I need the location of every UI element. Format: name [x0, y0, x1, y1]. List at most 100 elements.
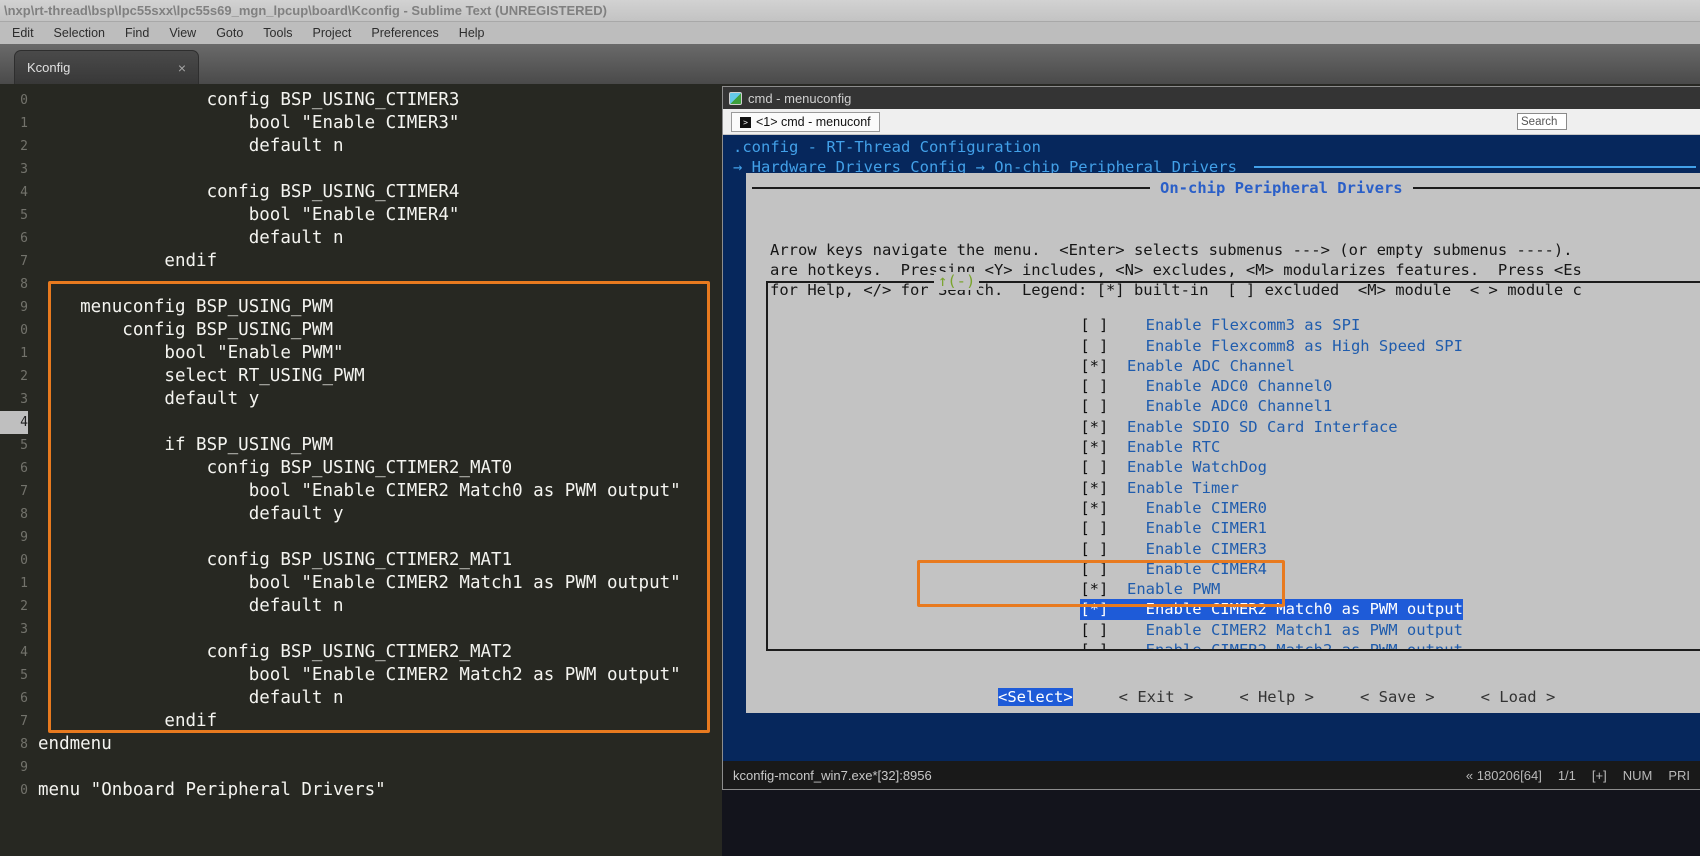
- menu-item[interactable]: Tools: [253, 22, 302, 44]
- line-number: 0: [0, 779, 28, 802]
- code-text: config BSP_USING_CTIMER4: [38, 181, 459, 204]
- line-number: 9: [0, 756, 28, 779]
- checkbox[interactable]: [ ]: [1080, 397, 1108, 415]
- line-number: 0: [0, 319, 28, 342]
- code-text: endmenu: [38, 733, 112, 756]
- annotation-box-console: [917, 560, 1285, 607]
- menu-item[interactable]: Find: [115, 22, 159, 44]
- line-number: 1: [0, 112, 28, 135]
- option-label: Enable ADC0 Channel1: [1146, 397, 1333, 415]
- help-line: Arrow keys navigate the menu. <Enter> se…: [770, 240, 1700, 260]
- checkbox[interactable]: [ ]: [1080, 641, 1108, 649]
- code-line: 6 default n: [0, 227, 722, 250]
- dialog-buttons: <Select> < Exit > < Help > < Save > < Load >: [998, 688, 1555, 706]
- menuconfig-dialog: On-chip Peripheral Drivers Arrow keys na…: [746, 173, 1700, 713]
- checkbox[interactable]: [*]: [1080, 438, 1108, 456]
- conemu-window: cmd - menuconfig > <1> cmd - menuconf .c…: [722, 86, 1700, 790]
- dialog-button[interactable]: < Load >: [1481, 688, 1556, 706]
- menu-item[interactable]: Project: [302, 22, 361, 44]
- dialog-button[interactable]: < Help >: [1239, 688, 1314, 706]
- checkbox[interactable]: [*]: [1080, 499, 1108, 517]
- line-number: 5: [0, 434, 28, 457]
- line-number: 8: [0, 273, 28, 296]
- option-label: Enable CIMER2 Match2 as PWM output: [1146, 641, 1463, 649]
- help-line: are hotkeys. Pressing <Y> includes, <N> …: [770, 260, 1700, 280]
- line-number: 8: [0, 733, 28, 756]
- code-line: 0 menu "Onboard Peripheral Drivers": [0, 779, 722, 802]
- menu-item[interactable]: Preferences: [361, 22, 448, 44]
- line-number: 4: [0, 641, 28, 664]
- line-number: 2: [0, 365, 28, 388]
- menu-item[interactable]: Selection: [44, 22, 115, 44]
- checkbox[interactable]: [*]: [1080, 479, 1108, 497]
- conemu-title: cmd - menuconfig: [748, 91, 851, 106]
- option-label: Enable CIMER3: [1146, 540, 1267, 558]
- code-line: 5 bool "Enable CIMER4": [0, 204, 722, 227]
- sublime-menubar: EditSelectionFindViewGotoToolsProjectPre…: [0, 22, 1700, 44]
- console[interactable]: .config - RT-Thread Configuration → Hard…: [723, 135, 1700, 763]
- status-segment: NUM: [1623, 768, 1653, 783]
- conemu-statusbar: kconfig-mconf_win7.exe*[32]:8956 « 18020…: [723, 761, 1700, 789]
- menu-item[interactable]: Goto: [206, 22, 253, 44]
- breadcrumb-rule: [1254, 166, 1696, 168]
- line-number: 3: [0, 618, 28, 641]
- checkbox[interactable]: [*]: [1080, 418, 1108, 436]
- line-number: 7: [0, 710, 28, 733]
- checkbox[interactable]: [ ]: [1080, 519, 1108, 537]
- code-line: 8 endmenu: [0, 733, 722, 756]
- option-label: Enable RTC: [1127, 438, 1220, 456]
- line-number: 9: [0, 526, 28, 549]
- status-segment: [+]: [1592, 768, 1607, 783]
- code-line: 9: [0, 756, 722, 779]
- code-line: 3: [0, 158, 722, 181]
- status-right: « 180206[64]1/1[+]NUMPRI: [1466, 768, 1690, 783]
- line-number: 1: [0, 572, 28, 595]
- frame-line: [752, 187, 1150, 189]
- option-row[interactable]: [ ] Enable Flexcomm3 as SPI: [931, 295, 1700, 315]
- code-text: endif: [38, 250, 217, 273]
- line-number: 2: [0, 595, 28, 618]
- tab-label: Kconfig: [27, 60, 178, 75]
- checkbox[interactable]: [*]: [1080, 357, 1108, 375]
- checkbox[interactable]: [ ]: [1080, 377, 1108, 395]
- checkbox[interactable]: [ ]: [1080, 458, 1108, 476]
- line-number: 6: [0, 227, 28, 250]
- dialog-button[interactable]: < Save >: [1360, 688, 1435, 706]
- dialog-button[interactable]: < Exit >: [1119, 688, 1194, 706]
- line-number: 7: [0, 250, 28, 273]
- option-label: Enable Flexcomm8 as High Speed SPI: [1146, 337, 1463, 355]
- checkbox[interactable]: [ ]: [1080, 316, 1108, 334]
- line-number: 0: [0, 549, 28, 572]
- status-segment: 1/1: [1558, 768, 1576, 783]
- status-process: kconfig-mconf_win7.exe*[32]:8956: [733, 768, 1456, 783]
- line-number: 8: [0, 503, 28, 526]
- code-text: default n: [38, 227, 344, 250]
- menu-item[interactable]: View: [159, 22, 206, 44]
- checkbox[interactable]: [ ]: [1080, 621, 1108, 639]
- line-number: 5: [0, 664, 28, 687]
- conemu-titlebar: cmd - menuconfig: [723, 87, 1700, 109]
- line-number: 3: [0, 158, 28, 181]
- code-editor[interactable]: 0 config BSP_USING_CTIMER3 1 bool "Enabl…: [0, 84, 722, 856]
- search-input[interactable]: [1517, 113, 1567, 130]
- dialog-button[interactable]: <Select>: [998, 688, 1073, 706]
- line-number: 2: [0, 135, 28, 158]
- tab-close-icon[interactable]: ×: [178, 60, 186, 76]
- code-text: bool "Enable CIMER4": [38, 204, 459, 227]
- window-title: \nxp\rt-thread\bsp\lpc55sxx\lpc55s69_mgn…: [4, 3, 607, 18]
- code-line: 1 bool "Enable CIMER3": [0, 112, 722, 135]
- checkbox[interactable]: [ ]: [1080, 337, 1108, 355]
- frame-line: [1413, 187, 1700, 189]
- sublime-tabbar: Kconfig ×: [0, 44, 1700, 84]
- option-label: Enable CIMER2 Match1 as PWM output: [1146, 621, 1463, 639]
- menu-item[interactable]: Help: [449, 22, 495, 44]
- menu-item[interactable]: Edit: [2, 22, 44, 44]
- dialog-title-row: On-chip Peripheral Drivers: [752, 179, 1700, 197]
- line-number: 3: [0, 388, 28, 411]
- line-number: 1: [0, 342, 28, 365]
- code-text: bool "Enable CIMER3": [38, 112, 459, 135]
- conemu-tab-label: <1> cmd - menuconf: [756, 115, 871, 129]
- conemu-tab[interactable]: > <1> cmd - menuconf: [731, 112, 880, 132]
- checkbox[interactable]: [ ]: [1080, 540, 1108, 558]
- tab-kconfig[interactable]: Kconfig ×: [14, 50, 199, 84]
